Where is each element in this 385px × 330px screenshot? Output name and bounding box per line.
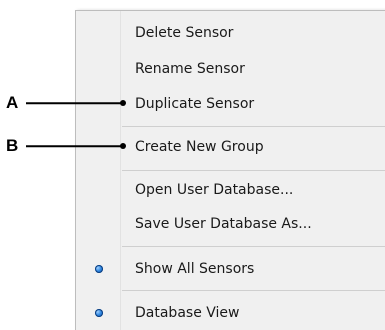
callout-a: A <box>0 93 150 113</box>
menu-item-open-user-database[interactable]: Open User Database... <box>76 175 385 205</box>
callout-pointer-dot <box>120 143 126 149</box>
menu-item-label: Database View <box>135 305 240 321</box>
callout-b: B <box>0 136 150 156</box>
menu-separator <box>122 290 385 291</box>
callout-letter: B <box>6 136 19 155</box>
menu-item-database-view[interactable]: Database View <box>76 298 385 328</box>
menu-item-label: Show All Sensors <box>135 261 255 277</box>
menu-item-rename-sensor[interactable]: Rename Sensor <box>76 54 385 84</box>
menu-item-delete-sensor[interactable]: Delete Sensor <box>76 18 385 48</box>
menu-item-label: Open User Database... <box>135 182 294 198</box>
menu-item-label: Save User Database As... <box>135 216 312 232</box>
menu-separator <box>122 246 385 247</box>
radio-selected-icon <box>95 265 103 273</box>
menu-separator <box>122 170 385 171</box>
callout-leader-line <box>26 145 124 147</box>
menu-item-save-user-database-as[interactable]: Save User Database As... <box>76 209 385 239</box>
menu-item-label: Duplicate Sensor <box>135 96 255 112</box>
menu-separator <box>122 126 385 127</box>
context-menu: Delete Sensor Rename Sensor Duplicate Se… <box>75 10 385 330</box>
menu-item-show-all-sensors[interactable]: Show All Sensors <box>76 254 385 284</box>
menu-item-label: Rename Sensor <box>135 61 245 77</box>
callout-pointer-dot <box>120 100 126 106</box>
radio-selected-icon <box>95 309 103 317</box>
menu-item-label: Delete Sensor <box>135 25 234 41</box>
callout-leader-line <box>26 102 124 104</box>
menu-item-label: Create New Group <box>135 139 264 155</box>
callout-letter: A <box>6 93 19 112</box>
